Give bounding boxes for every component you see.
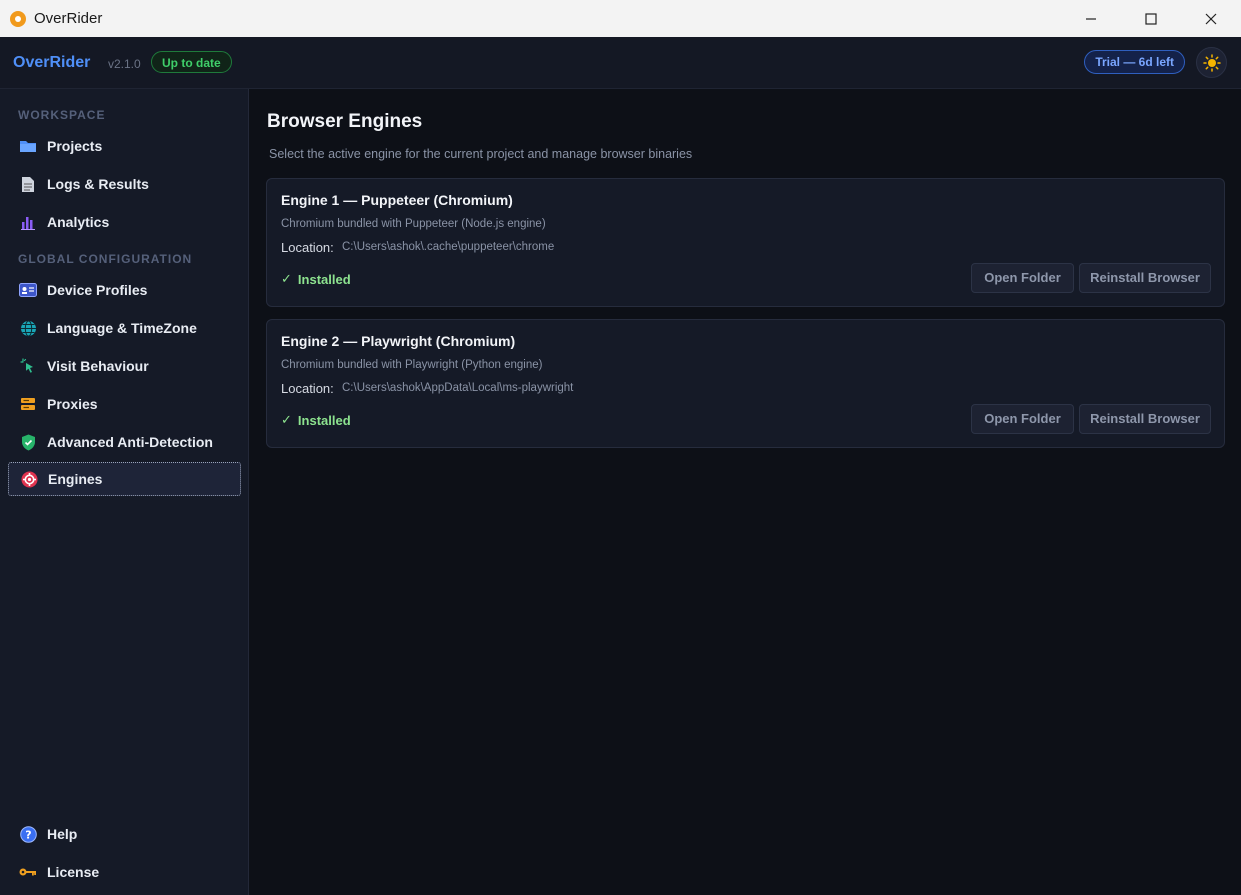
globe-icon [19,319,37,337]
open-folder-button[interactable]: Open Folder [971,263,1074,293]
section-label-workspace: WORKSPACE [18,108,106,122]
sidebar-item-help[interactable]: ? Help [8,817,241,851]
maximize-icon [1145,12,1157,25]
sidebar-item-projects[interactable]: Projects [8,129,241,163]
location-path: C:\Users\ashok\AppData\Local\ms-playwrig… [342,382,574,394]
window-controls [1061,0,1241,37]
window-title: OverRider [34,10,103,27]
version-label: v2.1.0 [108,57,141,71]
sidebar-item-label: Advanced Anti-Detection [47,434,213,450]
maximize-button[interactable] [1121,0,1181,37]
minimize-icon [1086,17,1096,20]
page-subtitle: Select the active engine for the current… [269,147,693,161]
engine-title: Engine 2 — Playwright (Chromium) [281,333,516,349]
engine-description: Chromium bundled with Playwright (Python… [281,359,543,371]
reinstall-browser-button[interactable]: Reinstall Browser [1079,263,1211,293]
sidebar-item-device-profiles[interactable]: Device Profiles [8,273,241,307]
sidebar-item-logs[interactable]: Logs & Results [8,167,241,201]
sidebar-item-label: Projects [47,138,103,154]
engine-card-1: Engine 1 — Puppeteer (Chromium) Chromium… [266,178,1225,307]
open-folder-button[interactable]: Open Folder [971,404,1074,434]
sidebar-item-label: Engines [48,471,103,487]
svg-text:?: ? [25,828,31,841]
sidebar-item-language-timezone[interactable]: Language & TimeZone [8,311,241,345]
sidebar-item-label: Proxies [47,396,98,412]
server-icon [19,395,37,413]
install-status-label: Installed [297,412,351,428]
sidebar: WORKSPACE Projects Logs & Results Analyt… [0,89,249,895]
sidebar-item-label: Logs & Results [47,176,149,192]
close-icon [1205,13,1217,24]
id-card-icon [19,281,37,299]
sun-icon [1202,53,1221,72]
install-status-label: Installed [297,271,351,287]
theme-toggle-button[interactable] [1196,47,1227,78]
location-path: C:\Users\ashok\.cache\puppeteer\chrome [342,241,555,253]
sidebar-item-label: Analytics [47,214,110,230]
bar-chart-icon [19,213,37,231]
sidebar-item-label: Help [47,826,78,842]
sidebar-item-proxies[interactable]: Proxies [8,387,241,421]
reinstall-browser-button[interactable]: Reinstall Browser [1079,404,1211,434]
engine-title: Engine 1 — Puppeteer (Chromium) [281,192,513,208]
update-status-badge: Up to date [151,51,232,73]
engine-description: Chromium bundled with Puppeteer (Node.js… [281,218,546,230]
sidebar-item-analytics[interactable]: Analytics [8,205,241,239]
location-label: Location: [281,240,334,255]
sidebar-item-license[interactable]: License [8,855,241,889]
trial-badge[interactable]: Trial — 6d left [1084,50,1185,74]
brand-name: OverRider [13,54,91,71]
location-label: Location: [281,381,334,396]
app-header: OverRider v2.1.0 Up to date Trial — 6d l… [0,37,1241,89]
app-logo-icon [10,10,26,27]
gear-icon [20,470,38,488]
minimize-button[interactable] [1061,0,1121,37]
engine-card-2: Engine 2 — Playwright (Chromium) Chromiu… [266,319,1225,448]
close-button[interactable] [1181,0,1241,37]
sidebar-item-label: Device Profiles [47,282,148,298]
window-titlebar: OverRider [0,0,1241,37]
sidebar-item-label: License [47,864,100,880]
check-icon: ✓ [281,412,292,427]
key-icon [19,863,37,881]
folder-icon [19,137,37,155]
sidebar-item-visit-behaviour[interactable]: Visit Behaviour [8,349,241,383]
sidebar-item-engines[interactable]: Engines [8,462,241,496]
section-label-global-configuration: GLOBAL CONFIGURATION [18,252,193,266]
sidebar-item-advanced-anti-detection[interactable]: Advanced Anti-Detection [8,425,241,459]
main-content: Browser Engines Select the active engine… [250,89,1241,895]
help-icon: ? [19,825,37,843]
document-icon [19,175,37,193]
install-status: ✓ Installed [281,412,351,428]
install-status: ✓ Installed [281,271,351,287]
shield-icon [19,433,37,451]
page-title: Browser Engines [267,111,423,132]
sparkle-cursor-icon [19,357,37,375]
sidebar-item-label: Language & TimeZone [47,320,197,336]
check-icon: ✓ [281,271,292,286]
sidebar-item-label: Visit Behaviour [47,358,149,374]
